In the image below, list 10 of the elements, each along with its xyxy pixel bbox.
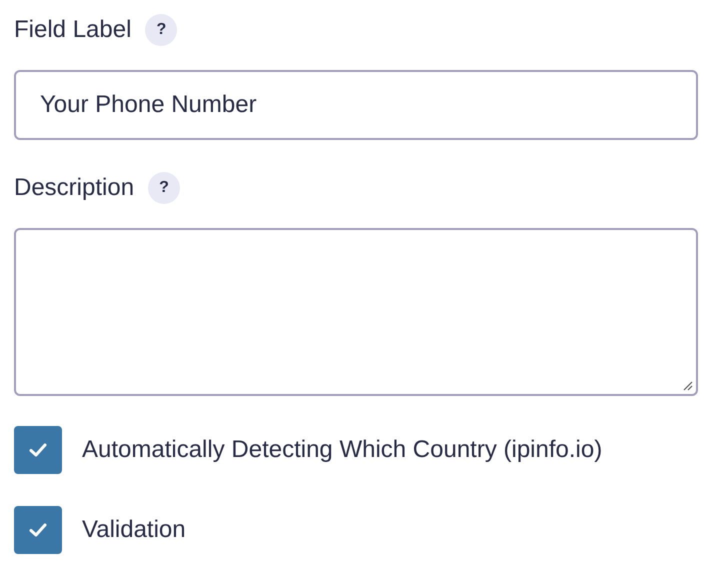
field-label: Description xyxy=(14,174,134,202)
help-icon[interactable]: ? xyxy=(145,14,178,46)
checkbox[interactable] xyxy=(14,426,62,474)
checkbox-label: Automatically Detecting Which Country (ipinfo.io) xyxy=(82,436,602,464)
resize-handle-icon[interactable] xyxy=(681,379,693,391)
checkbox-label: Validation xyxy=(82,516,186,544)
help-icon[interactable]: ? xyxy=(148,172,180,204)
input-field[interactable]: Your Phone Number xyxy=(14,70,698,140)
field-label: Field Label xyxy=(14,16,132,44)
checkbox[interactable] xyxy=(14,506,62,554)
